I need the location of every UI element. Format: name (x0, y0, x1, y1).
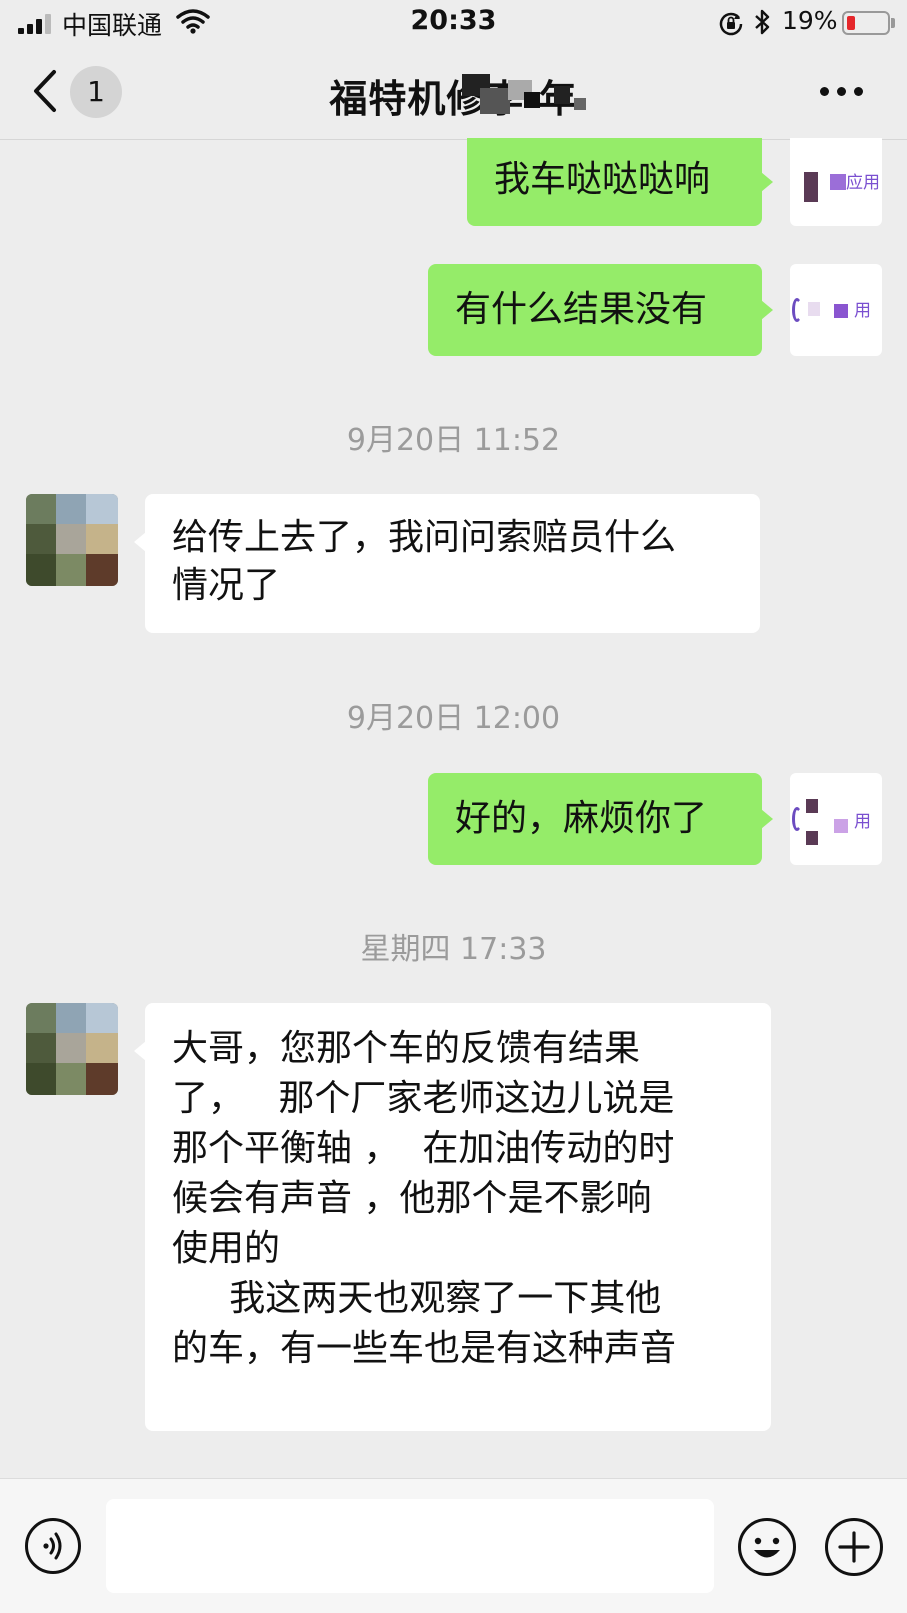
outgoing-message-bubble[interactable]: 我车哒哒哒响 (467, 138, 773, 226)
incoming-message-bubble[interactable]: 给传上去了，我问问索赔员什么 情况了 (134, 494, 760, 633)
rotation-lock-icon (719, 12, 743, 36)
message-text-line: 了， 那个厂家老师这边儿说是 (172, 1078, 675, 1119)
message-text-line: 使用的 (172, 1228, 281, 1269)
avatar-fragment-text: 用 (854, 301, 871, 321)
chat-title: 福特机修李 年 (329, 77, 578, 121)
chat-input-bar (0, 1478, 907, 1613)
message-text: 有什么结果没有 (455, 289, 708, 330)
message-text-line: 的车，有一些车也是有这种声音 (172, 1328, 677, 1369)
outgoing-message-bubble[interactable]: 好的，麻烦你了 (428, 773, 773, 865)
more-dots-icon[interactable] (820, 82, 866, 100)
contact-avatar[interactable] (26, 1003, 118, 1095)
title-redaction-mosaic (462, 70, 596, 118)
battery-tip (891, 18, 895, 28)
self-avatar[interactable]: 用 (790, 264, 882, 356)
chat-timestamp: 9月20日 12:00 (346, 701, 561, 736)
outgoing-message-bubble[interactable]: 有什么结果没有 (428, 264, 773, 356)
message-text: 好的，麻烦你了 (455, 798, 708, 839)
chevron-left-icon[interactable] (26, 66, 66, 116)
bluetooth-icon (755, 9, 770, 35)
self-avatar[interactable]: 应用 (790, 138, 882, 226)
battery-percent: 19% (782, 6, 838, 35)
chat-timestamp: 星期四 17:33 (360, 932, 547, 967)
message-input[interactable] (106, 1499, 714, 1593)
message-text-line: 情况了 (172, 565, 281, 606)
message-text-line: 大哥，您那个车的反馈有结果 (172, 1028, 641, 1069)
avatar-fragment-text: 用 (854, 812, 871, 832)
chat-nav-bar: 1 福特机修李 年 (0, 46, 907, 140)
unread-count-badge[interactable]: 1 (70, 66, 122, 118)
emoji-icon[interactable] (737, 1517, 797, 1577)
message-text-line: 候会有声音 ，他那个是不影响 (172, 1178, 652, 1219)
contact-avatar[interactable] (26, 494, 118, 586)
voice-icon[interactable] (24, 1517, 82, 1575)
status-bar: 中国联通 20:33 19% (0, 0, 907, 46)
plus-circle-icon[interactable] (824, 1517, 884, 1577)
message-text-line: 我这两天也观察了一下其他 (172, 1278, 662, 1319)
message-text: 我车哒哒哒响 (494, 159, 711, 200)
self-avatar[interactable]: 用 (790, 773, 882, 865)
battery-icon (842, 11, 890, 35)
incoming-message-bubble[interactable]: 大哥，您那个车的反馈有结果 了， 那个厂家老师这边儿说是 那个平衡轴 ， 在加油… (134, 1003, 771, 1431)
message-text-line: 给传上去了，我问问索赔员什么 (172, 517, 677, 558)
message-text-line: 那个平衡轴 ， 在加油传动的时 (172, 1128, 675, 1169)
avatar-fragment-text: 应用 (846, 173, 880, 193)
chat-timestamp: 9月20日 11:52 (346, 423, 561, 458)
